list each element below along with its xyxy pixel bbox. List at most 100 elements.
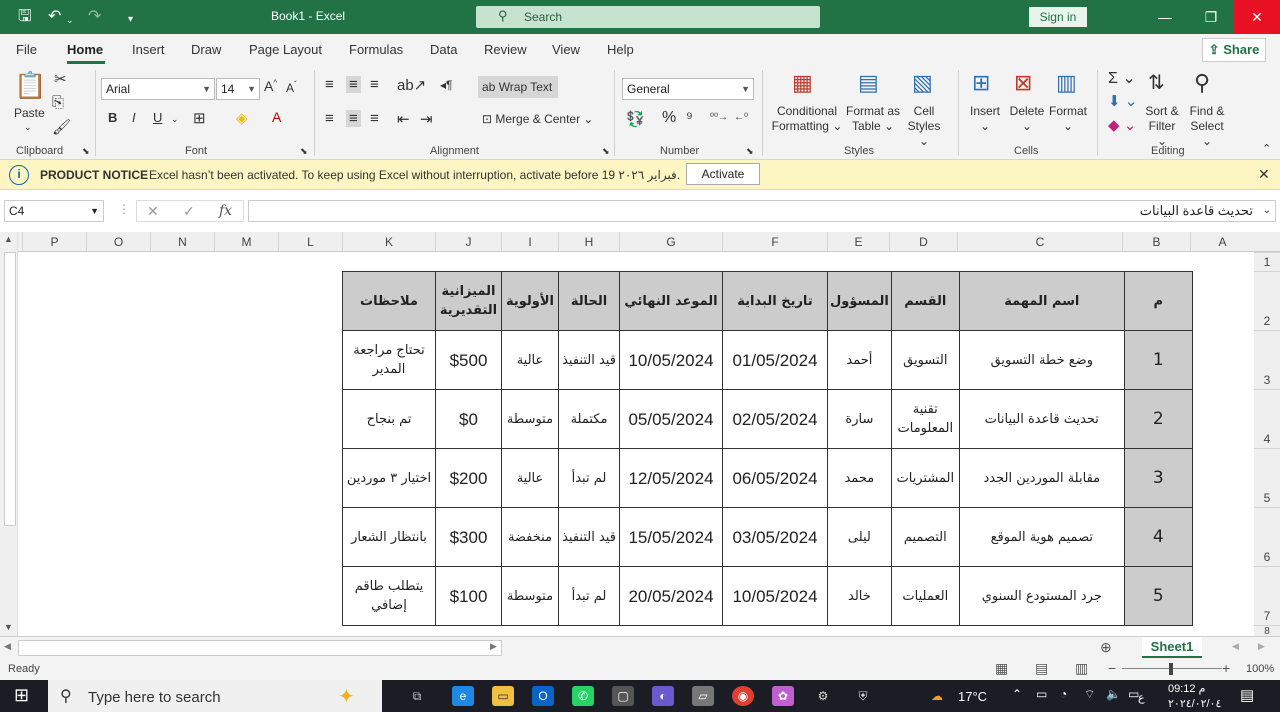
table-cell[interactable]: أحمد [827,330,892,390]
file-explorer-icon[interactable]: ▭ [492,686,514,706]
format-button[interactable]: Format ⌄ [1048,104,1088,134]
header-cell[interactable]: تاريخ البداية [722,271,828,331]
horizontal-scrollbar[interactable] [18,640,502,656]
paste-icon[interactable]: 📋 [14,70,46,101]
table-cell[interactable]: 15/05/2024 [619,507,723,567]
row-header[interactable]: 8 [1254,625,1280,636]
cancel-icon[interactable]: ✕ [147,201,159,221]
task-view-icon[interactable]: ⧉ [406,686,428,706]
row-header[interactable]: 1 [1254,252,1280,271]
zoom-out-icon[interactable]: − [1108,660,1116,676]
table-cell[interactable]: $100 [435,566,502,626]
table-cell[interactable]: تحتاج مراجعة المدير [342,330,436,390]
font-name-select[interactable]: Arial ▼ [101,78,215,100]
restore-button[interactable]: ❐ [1188,0,1234,34]
column-header[interactable]: J [435,232,501,252]
zoom-level[interactable]: 100% [1246,663,1274,675]
row-header[interactable]: 6 [1254,507,1280,566]
vertical-scrollbar[interactable]: ▲ ▼ [0,232,18,636]
column-header[interactable]: P [22,232,86,252]
weather-temp[interactable]: 17°C [958,689,987,704]
align-middle-icon[interactable]: ≡ [346,76,361,93]
clock-date[interactable]: ٢٠٢٤/٠٢/٠٤ [1168,697,1221,710]
table-cell[interactable]: تصميم هوية الموقع [958,507,1125,567]
paste-button[interactable]: Paste [14,106,45,121]
paste-dropdown-icon[interactable]: ⌄ [24,122,32,133]
table-cell[interactable]: يتطلب طاقم إضافي [342,566,436,626]
table-cell[interactable]: متوسطة [501,566,559,626]
column-header[interactable]: H [558,232,619,252]
column-header[interactable]: K [342,232,435,252]
table-cell[interactable]: ليلى [827,507,892,567]
comma-style-icon[interactable]: ⁹ [686,110,693,128]
table-cell[interactable]: $200 [435,448,502,508]
wifi-icon[interactable]: ⌔ [1084,687,1095,702]
column-header[interactable]: L [278,232,342,252]
cut-icon[interactable]: ✂ [54,70,67,88]
table-cell[interactable]: 10/05/2024 [722,566,828,626]
table-cell[interactable]: 4 [1123,507,1193,567]
table-cell[interactable]: 20/05/2024 [619,566,723,626]
tab-help[interactable]: Help [607,42,634,57]
input-language-icon[interactable]: ع [1138,691,1145,704]
network-icon[interactable]: ◔ [1060,687,1067,701]
column-header[interactable]: C [957,232,1122,252]
tab-review[interactable]: Review [484,42,527,57]
align-center-icon[interactable]: ≡ [346,110,361,127]
table-cell[interactable]: 02/05/2024 [722,389,828,449]
rtl-direction-icon[interactable]: ◂¶ [440,78,452,92]
table-cell[interactable]: $0 [435,389,502,449]
header-cell[interactable]: القسم [890,271,960,331]
sign-in-button[interactable]: Sign in [1029,7,1087,27]
collapse-ribbon-icon[interactable]: ⌃ [1262,142,1271,155]
worksheet-grid[interactable]: A B C D E F G H I J K L M N O P ▲ ▼ 1 2 … [0,232,1280,636]
merge-center-button[interactable]: ⊡ Merge & Center ⌄ [482,112,606,127]
header-cell[interactable]: ملاحظات [342,271,436,331]
table-cell[interactable]: التسويق [890,330,960,390]
security-icon[interactable]: ⛨ [852,686,874,706]
table-cell[interactable]: بانتظار الشعار [342,507,436,567]
column-header[interactable]: E [827,232,889,252]
page-layout-view-icon[interactable]: ▤ [1035,660,1048,677]
table-cell[interactable]: اختيار ٣ موردين [342,448,436,508]
header-cell[interactable]: الحالة [558,271,620,331]
row-header[interactable]: 4 [1254,389,1280,448]
customize-toolbar-icon[interactable]: ▾ [128,10,133,30]
search-box[interactable]: ⚲ Search [476,6,820,28]
column-header[interactable]: O [86,232,150,252]
zoom-in-icon[interactable]: + [1222,660,1230,676]
sheet-tab-sheet1[interactable]: Sheet1 [1142,637,1202,659]
number-format-select[interactable]: General ▼ [622,78,754,100]
table-cell[interactable]: خالد [827,566,892,626]
font-size-select[interactable]: 14 ▼ [216,78,260,100]
wrap-text-button[interactable]: ab Wrap Text [478,76,558,98]
app-icon[interactable]: ▱ [692,686,714,706]
column-header[interactable]: D [889,232,957,252]
font-color-icon[interactable]: A [272,109,281,125]
close-icon[interactable]: ✕ [1258,166,1270,183]
table-cell[interactable]: محمد [827,448,892,508]
table-cell[interactable]: قيد التنفيذ [558,330,620,390]
taskbar-search[interactable]: ⚲ Type here to search ✦ [48,680,382,712]
next-sheet-icon[interactable]: ▶ [1258,641,1265,652]
tab-insert[interactable]: Insert [132,42,165,57]
settings-icon[interactable]: ⚙ [812,686,834,706]
table-cell[interactable]: تم بنجاح [342,389,436,449]
delete-button[interactable]: Delete ⌄ [1008,104,1046,134]
formula-input[interactable]: تحديث قاعدة البيانات ⌄ [248,200,1276,222]
table-cell[interactable]: جرد المستودع السنوي [958,566,1125,626]
table-cell[interactable]: المشتريات [890,448,960,508]
minimize-button[interactable]: — [1142,0,1188,34]
column-header[interactable]: G [619,232,722,252]
tray-chevron-icon[interactable]: ⌃ [1012,687,1022,701]
align-top-icon[interactable]: ≡ [325,76,334,93]
table-cell[interactable]: 5 [1123,566,1193,626]
table-cell[interactable]: $300 [435,507,502,567]
insert-function-icon[interactable]: fx [219,201,232,221]
decrease-indent-icon[interactable]: ⇤ [397,110,410,128]
column-header[interactable]: M [214,232,278,252]
tab-file[interactable]: File [16,42,37,57]
clock-time[interactable]: 09:12 م [1168,682,1205,695]
tab-page-layout[interactable]: Page Layout [249,42,322,57]
table-cell[interactable]: 03/05/2024 [722,507,828,567]
